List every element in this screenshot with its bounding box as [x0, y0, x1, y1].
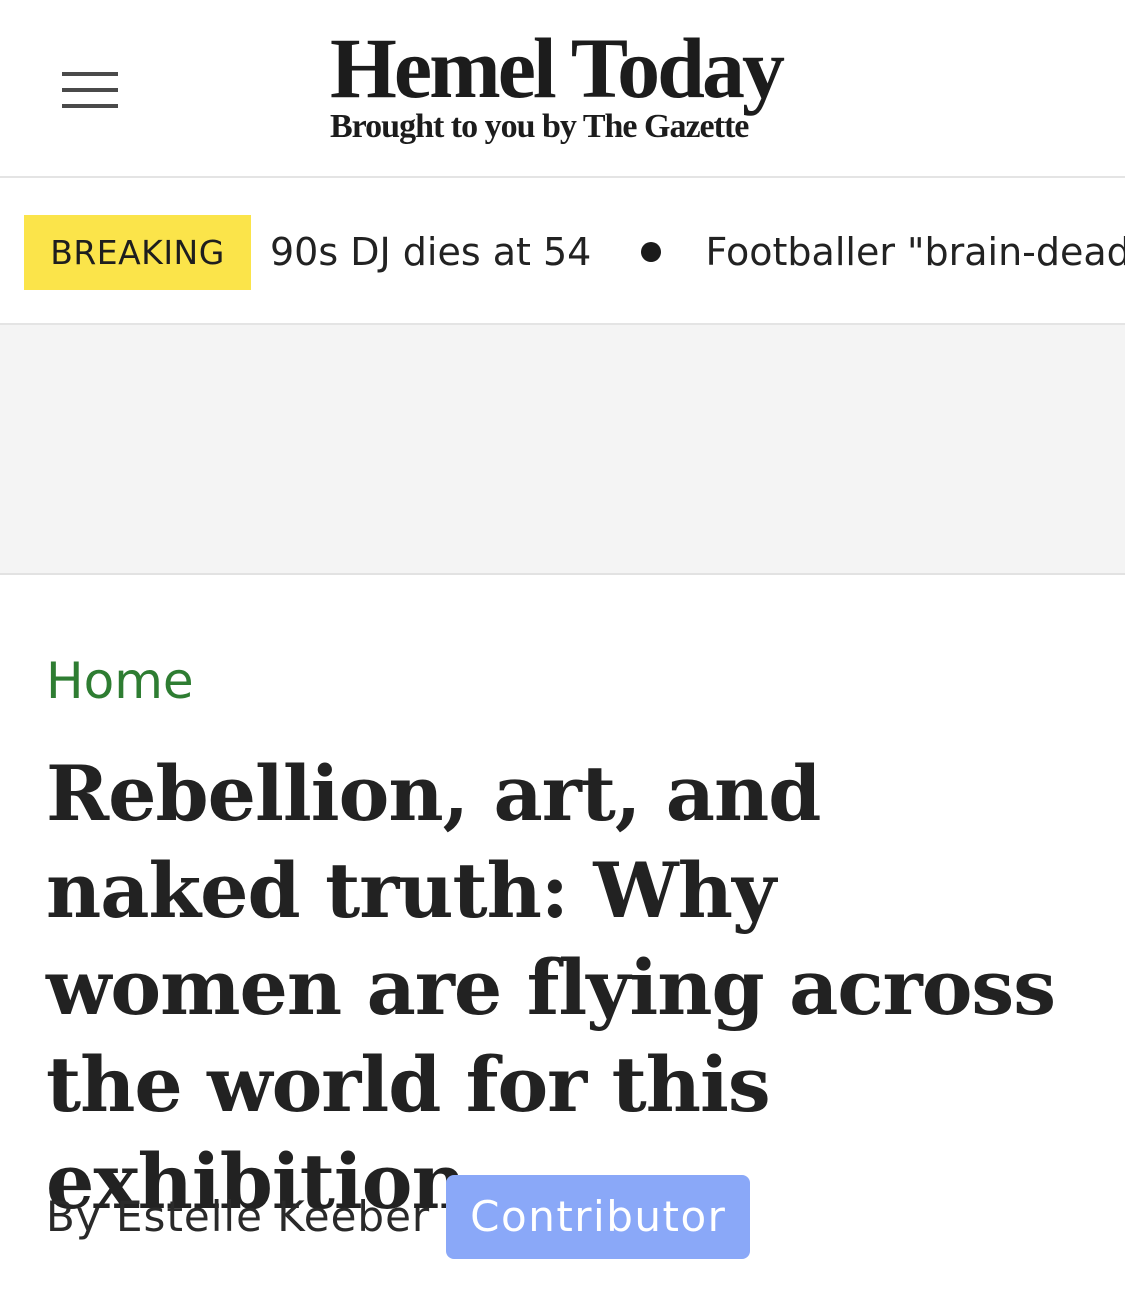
ticker-track: 90s DJ dies at 54 Footballer "brain-dead…	[270, 215, 1125, 290]
site-logo[interactable]: Hemel Today Brought to you by The Gazett…	[330, 22, 810, 152]
article-headline: Rebellion, art, and naked truth: Why wom…	[46, 749, 1056, 1226]
ad-placeholder	[0, 325, 1125, 575]
logo-title: Hemel Today	[330, 20, 785, 116]
site-header: Hemel Today Brought to you by The Gazett…	[0, 0, 1125, 178]
breaking-news-ticker: BREAKING 90s DJ dies at 54 Footballer "b…	[0, 178, 1125, 325]
breadcrumb-home-link[interactable]: Home	[46, 650, 194, 712]
logo-subtitle: Brought to you by The Gazette	[330, 108, 749, 145]
menu-bar-middle	[62, 88, 118, 92]
author-role-badge: Contributor	[446, 1175, 751, 1259]
author-name[interactable]: By Estelle Keeber	[46, 1175, 430, 1259]
hamburger-menu-icon[interactable]	[62, 72, 118, 110]
ticker-item[interactable]: 90s DJ dies at 54	[270, 215, 591, 290]
menu-bar-bottom	[62, 104, 118, 108]
menu-bar-top	[62, 72, 118, 76]
ticker-item[interactable]: Footballer "brain-dead"	[706, 215, 1125, 290]
byline: By Estelle Keeber Contributor	[46, 1175, 751, 1259]
breaking-badge: BREAKING	[24, 215, 251, 290]
bullet-dot-icon	[641, 241, 662, 262]
